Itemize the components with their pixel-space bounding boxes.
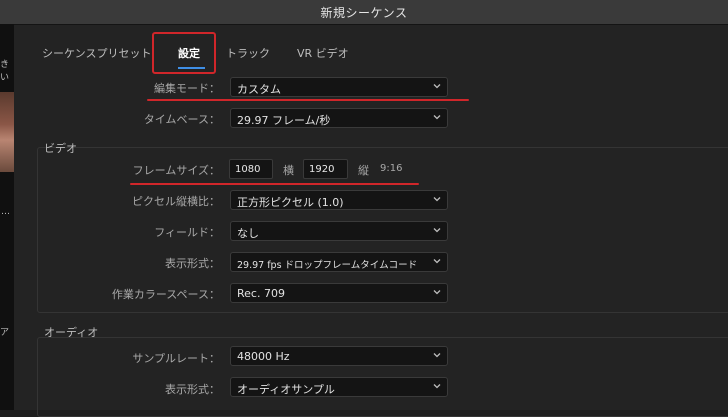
timebase-select[interactable]: 29.97 フレーム/秒 xyxy=(230,108,448,128)
tab-tracks[interactable]: トラック xyxy=(226,45,270,61)
frame-height-label: 縦 xyxy=(358,164,369,177)
audio-display-format-label: 表示形式： xyxy=(165,383,220,396)
fields-select[interactable]: なし xyxy=(230,221,448,241)
working-color-space-value: Rec. 709 xyxy=(237,287,285,300)
edit-mode-value: カスタム xyxy=(237,83,281,96)
pixel-aspect-label: ピクセル縦横比： xyxy=(132,195,220,208)
background-text: … xyxy=(1,207,10,217)
annotation-underline xyxy=(147,99,469,101)
working-color-space-select[interactable]: Rec. 709 xyxy=(230,283,448,303)
title-bar: 新規シーケンス xyxy=(0,0,728,25)
video-display-format-value: 29.97 fps ドロップフレームタイムコード xyxy=(237,260,418,271)
sample-rate-value: 48000 Hz xyxy=(237,350,290,363)
video-section-title: ビデオ xyxy=(44,142,77,155)
frame-height-input[interactable]: 1920 xyxy=(303,159,348,179)
annotation-underline xyxy=(130,183,419,185)
sample-rate-label: サンプルレート： xyxy=(132,352,220,365)
frame-width-label: 横 xyxy=(283,164,294,177)
fields-label: フィールド： xyxy=(154,226,220,239)
chevron-down-icon xyxy=(433,228,441,233)
chevron-down-icon xyxy=(433,259,441,264)
chevron-down-icon xyxy=(433,290,441,295)
video-display-format-select[interactable]: 29.97 fps ドロップフレームタイムコード xyxy=(230,252,448,272)
audio-section-title: オーディオ xyxy=(44,326,99,339)
tab-sequence-presets[interactable]: シーケンスプリセット xyxy=(42,45,151,61)
working-color-space-label: 作業カラースペース： xyxy=(111,288,220,301)
edit-mode-label: 編集モード： xyxy=(154,82,220,95)
sample-rate-select[interactable]: 48000 Hz xyxy=(230,346,448,366)
video-display-format-label: 表示形式： xyxy=(165,257,220,270)
chevron-down-icon xyxy=(433,84,441,89)
background-thumbnail xyxy=(0,92,14,172)
chevron-down-icon xyxy=(433,353,441,358)
tab-vr-video[interactable]: VR ビデオ xyxy=(297,45,349,61)
frame-width-input[interactable]: 1080 xyxy=(229,159,273,179)
pixel-aspect-select[interactable]: 正方形ピクセル (1.0) xyxy=(230,190,448,210)
background-panel: きい … ア xyxy=(0,24,14,410)
frame-height-value: 1920 xyxy=(309,164,335,175)
audio-display-format-select[interactable]: オーディオサンプル xyxy=(230,377,448,397)
window-title: 新規シーケンス xyxy=(320,6,408,20)
chevron-down-icon xyxy=(433,384,441,389)
timebase-label: タイムベース： xyxy=(143,113,220,126)
timebase-value: 29.97 フレーム/秒 xyxy=(237,114,331,127)
edit-mode-select[interactable]: カスタム xyxy=(230,77,448,97)
background-text: ア xyxy=(0,328,10,338)
frame-size-label: フレームサイズ： xyxy=(132,164,220,177)
chevron-down-icon xyxy=(433,197,441,202)
chevron-down-icon xyxy=(433,115,441,120)
annotation-highlight-box xyxy=(152,32,216,74)
pixel-aspect-value: 正方形ピクセル (1.0) xyxy=(237,196,344,209)
audio-display-format-value: オーディオサンプル xyxy=(237,383,335,396)
background-text: きい xyxy=(0,60,10,83)
fields-value: なし xyxy=(237,227,259,240)
frame-width-value: 1080 xyxy=(235,164,261,175)
aspect-ratio-readout: 9:16 xyxy=(380,163,403,174)
new-sequence-dialog: シーケンスプリセット 設定 トラック VR ビデオ 編集モード： カスタム タイ… xyxy=(14,25,728,417)
